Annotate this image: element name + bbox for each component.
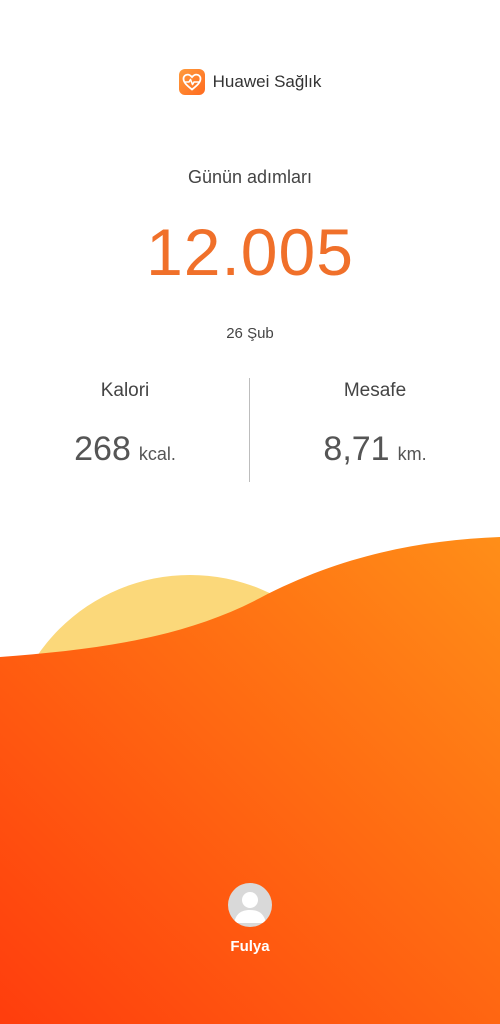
app-header: Huawei Sağlık xyxy=(0,68,500,96)
distance-label: Mesafe xyxy=(343,380,407,401)
calories-value-row: 268 kcal. xyxy=(0,430,250,469)
heart-pulse-icon xyxy=(178,69,205,95)
distance-stat: Mesafe 8,71 km. xyxy=(250,380,500,469)
background-wave-illustration xyxy=(0,537,500,1024)
user-profile: Fulya xyxy=(0,883,500,955)
distance-value-row: 8,71 km. xyxy=(250,430,500,469)
date-label: 26 Şub xyxy=(226,325,274,342)
distance-unit: km. xyxy=(397,444,427,464)
health-share-card: Huawei Sağlık Günün adımları 12.005 26 Ş… xyxy=(0,0,500,1024)
calories-value: 268 xyxy=(74,430,131,468)
user-name: Fulya xyxy=(230,938,270,955)
step-count: 12.005 xyxy=(146,215,354,289)
distance-value: 8,71 xyxy=(323,430,390,468)
calories-label: Kalori xyxy=(100,380,150,401)
calories-stat: Kalori 268 kcal. xyxy=(0,380,250,469)
app-name: Huawei Sağlık xyxy=(212,72,322,91)
person-icon xyxy=(228,883,272,927)
daily-steps-label: Günün adımları xyxy=(187,167,313,187)
calories-unit: kcal. xyxy=(138,444,176,464)
